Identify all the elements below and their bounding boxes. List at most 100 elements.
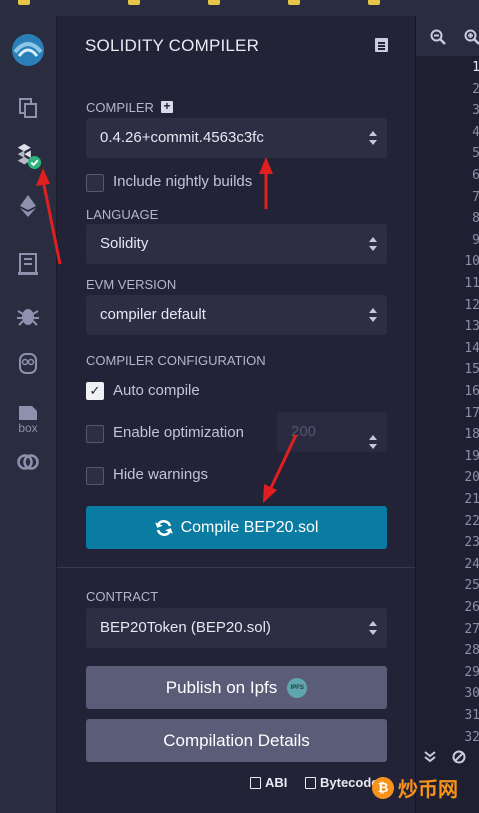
line-number: 20 bbox=[464, 470, 479, 486]
browser-bookmark-strip bbox=[0, 0, 479, 16]
line-number: 22 bbox=[464, 513, 479, 529]
page-title: SOLIDITY COMPILER bbox=[85, 36, 260, 55]
compiler-version-select[interactable]: 0.4.26+commit.4563c3fc bbox=[86, 118, 387, 158]
contract-value: BEP20Token (BEP20.sol) bbox=[100, 619, 271, 636]
bookmark-folder-icon[interactable] bbox=[368, 0, 380, 5]
zoom-out-icon[interactable] bbox=[430, 29, 446, 45]
compile-button[interactable]: Compile BEP20.sol bbox=[86, 506, 387, 549]
line-number: 23 bbox=[464, 535, 479, 551]
line-number: 14 bbox=[464, 340, 479, 356]
compiler-config-label: COMPILER CONFIGURATION bbox=[86, 353, 266, 368]
copy-icon bbox=[250, 776, 261, 789]
solidity-compiler-panel: SOLIDITY COMPILER COMPILER + 0.4.26+comm… bbox=[57, 16, 415, 813]
line-number: 27 bbox=[464, 621, 479, 637]
language-label: LANGUAGE bbox=[86, 207, 159, 222]
line-number: 17 bbox=[464, 405, 479, 421]
documentation-icon[interactable] bbox=[375, 38, 388, 52]
line-number: 24 bbox=[464, 556, 479, 572]
language-select[interactable]: Solidity bbox=[86, 224, 387, 264]
line-number: 12 bbox=[464, 297, 479, 313]
plugin-doc-icon[interactable] bbox=[14, 250, 42, 278]
copy-abi-label: ABI bbox=[265, 775, 288, 790]
box-plugin-icon[interactable]: box bbox=[14, 402, 42, 438]
select-arrows-icon bbox=[369, 621, 377, 635]
line-number: 32 bbox=[464, 729, 479, 745]
line-number: 6 bbox=[472, 168, 479, 183]
select-arrows-icon bbox=[369, 131, 377, 145]
compilation-details-button[interactable]: Compilation Details bbox=[86, 719, 387, 762]
owl-plugin-icon[interactable] bbox=[14, 349, 42, 377]
compile-button-label: Compile BEP20.sol bbox=[180, 518, 319, 536]
line-number: 2 bbox=[472, 81, 479, 97]
line-number: 16 bbox=[464, 384, 479, 399]
add-compiler-icon[interactable]: + bbox=[161, 100, 173, 113]
line-number: 21 bbox=[464, 492, 479, 507]
copy-bytecode-link[interactable]: Bytecode bbox=[305, 775, 379, 790]
line-number: 9 bbox=[472, 232, 479, 248]
remix-logo-icon[interactable] bbox=[6, 30, 50, 70]
hide-warnings-label: Hide warnings bbox=[113, 466, 209, 483]
enable-optimization-checkbox[interactable] bbox=[86, 425, 104, 443]
optimization-runs-value: 200 bbox=[291, 423, 317, 440]
auto-compile-label: Auto compile bbox=[113, 382, 200, 399]
publish-ipfs-button[interactable]: Publish on Ipfs IPFS bbox=[86, 666, 387, 709]
line-number: 1 bbox=[472, 60, 479, 75]
solidity-compiler-icon[interactable] bbox=[14, 142, 42, 170]
box-plugin-label: box bbox=[18, 421, 38, 435]
line-number: 5 bbox=[472, 146, 479, 162]
optimization-runs-input[interactable]: 200 bbox=[277, 412, 387, 452]
line-number: 8 bbox=[472, 211, 479, 227]
zoom-in-icon[interactable] bbox=[464, 29, 479, 45]
auto-compile-checkbox[interactable]: ✓ bbox=[86, 382, 104, 400]
double-chevron-down-icon[interactable] bbox=[424, 751, 436, 763]
line-number: 11 bbox=[464, 276, 479, 291]
copy-abi-link[interactable]: ABI bbox=[250, 775, 287, 790]
copy-icon bbox=[305, 776, 316, 789]
compiler-label: COMPILER bbox=[86, 100, 154, 115]
line-number: 15 bbox=[464, 362, 479, 378]
line-number: 18 bbox=[464, 427, 479, 443]
language-value: Solidity bbox=[100, 235, 149, 252]
select-arrows-icon bbox=[369, 237, 377, 251]
evm-version-label: EVM VERSION bbox=[86, 277, 177, 292]
line-number: 25 bbox=[464, 578, 479, 594]
editor-toolbar bbox=[416, 16, 479, 56]
copy-bytecode-label: Bytecode bbox=[320, 775, 379, 790]
line-number: 3 bbox=[472, 103, 479, 119]
nightly-builds-checkbox[interactable] bbox=[86, 174, 104, 192]
compilation-details-label: Compilation Details bbox=[163, 730, 310, 750]
line-number: 28 bbox=[464, 643, 479, 659]
icon-sidebar: box bbox=[0, 16, 57, 813]
bookmark-folder-icon[interactable] bbox=[128, 0, 140, 5]
select-arrows-icon bbox=[369, 308, 377, 322]
file-explorer-icon[interactable] bbox=[14, 94, 42, 122]
link-plugin-icon[interactable] bbox=[14, 448, 42, 476]
hide-warnings-checkbox[interactable] bbox=[86, 467, 104, 485]
deploy-run-icon[interactable] bbox=[14, 192, 42, 220]
clear-console-icon[interactable] bbox=[452, 750, 466, 764]
contract-select[interactable]: BEP20Token (BEP20.sol) bbox=[86, 608, 387, 648]
watermark-logo: ₿ 炒币网 bbox=[372, 773, 458, 802]
debugger-bug-icon[interactable] bbox=[14, 302, 42, 330]
evm-version-value: compiler default bbox=[100, 306, 206, 323]
line-number: 26 bbox=[464, 600, 479, 615]
section-divider bbox=[57, 567, 415, 568]
publish-ipfs-label: Publish on Ipfs bbox=[165, 677, 278, 697]
bookmark-folder-icon[interactable] bbox=[208, 0, 220, 5]
compiler-version-value: 0.4.26+commit.4563c3fc bbox=[100, 129, 264, 146]
line-number: 29 bbox=[464, 664, 479, 680]
line-number: 31 bbox=[464, 708, 479, 723]
watermark-text: 炒币网 bbox=[398, 777, 458, 801]
bookmark-folder-icon[interactable] bbox=[18, 0, 30, 5]
line-number: 30 bbox=[464, 686, 479, 702]
evm-version-select[interactable]: compiler default bbox=[86, 295, 387, 335]
line-number: 7 bbox=[472, 189, 479, 205]
line-number: 10 bbox=[464, 254, 479, 270]
refresh-icon bbox=[154, 519, 173, 536]
line-number: 19 bbox=[464, 448, 479, 464]
code-editor: 1 2 3 4 5 6 7 8 9 10 11 12 13 14 15 16 17 18 19 20 21 22 23 24 2… bbox=[415, 16, 479, 813]
bitcoin-icon: ₿ bbox=[372, 776, 394, 799]
contract-label: CONTRACT bbox=[86, 589, 159, 604]
bookmark-folder-icon[interactable] bbox=[288, 0, 300, 5]
line-number: 4 bbox=[472, 124, 479, 140]
